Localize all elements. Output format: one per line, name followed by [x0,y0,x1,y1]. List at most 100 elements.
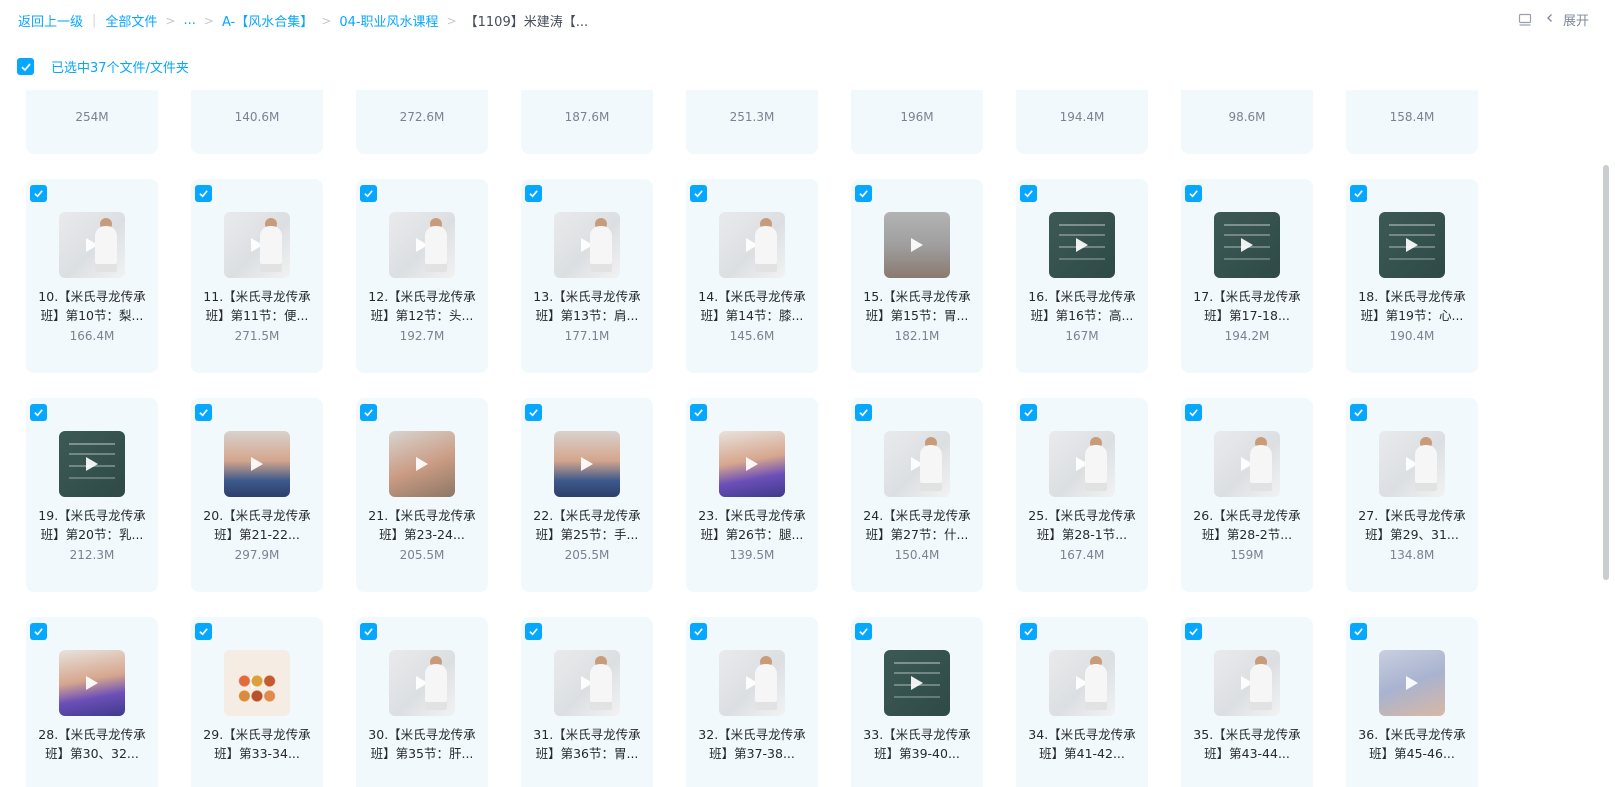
file-name[interactable]: 36.【米氏寻龙传承 班】第45-46... [1352,725,1472,763]
file-card[interactable]: 28.【米氏寻龙传承 班】第30、32... [26,617,158,787]
file-card[interactable]: 23.【米氏寻龙传承 班】第26节：腿... 139.5M [686,398,818,592]
file-card[interactable]: 19.【米氏寻龙传承 班】第20节：乳... 212.3M [26,398,158,592]
file-card[interactable]: 21.【米氏寻龙传承 班】第23-24... 205.5M [356,398,488,592]
file-card[interactable]: 22.【米氏寻龙传承 班】第25节：手... 205.5M [521,398,653,592]
file-name[interactable]: 26.【米氏寻龙传承 班】第28-2节... [1187,506,1307,544]
file-checkbox[interactable] [525,185,542,202]
file-card[interactable]: 34.【米氏寻龙传承 班】第41-42... [1016,617,1148,787]
video-thumbnail[interactable] [224,212,290,278]
file-name[interactable]: 18.【米氏寻龙传承 班】第19节：心... [1352,287,1472,325]
file-card[interactable]: 17.【米氏寻龙传承 班】第17-18... 194.2M [1181,179,1313,373]
video-thumbnail[interactable] [1049,431,1115,497]
file-checkbox[interactable] [30,623,47,640]
scrollbar-thumb[interactable] [1603,165,1609,580]
video-thumbnail[interactable] [554,431,620,497]
video-thumbnail[interactable] [884,212,950,278]
file-name[interactable]: 30.【米氏寻龙传承 班】第35节：肝... [362,725,482,763]
file-checkbox[interactable] [525,623,542,640]
file-checkbox[interactable] [360,623,377,640]
video-thumbnail[interactable] [389,650,455,716]
file-checkbox[interactable] [855,185,872,202]
breadcrumb-ellipsis[interactable]: ... [183,13,195,28]
video-thumbnail[interactable] [224,650,290,716]
file-name[interactable]: 25.【米氏寻龙传承 班】第28-1节... [1022,506,1142,544]
file-card[interactable]: 12.【米氏寻龙传承 班】第12节：头... 192.7M [356,179,488,373]
file-checkbox[interactable] [855,623,872,640]
file-card[interactable]: 26.【米氏寻龙传承 班】第28-2节... 159M [1181,398,1313,592]
file-name[interactable]: 10.【米氏寻龙传承 班】第10节：梨... [32,287,152,325]
video-thumbnail[interactable] [224,431,290,497]
file-card[interactable]: 14.【米氏寻龙传承 班】第14节：膝... 145.6M [686,179,818,373]
file-card[interactable]: 30.【米氏寻龙传承 班】第35节：肝... [356,617,488,787]
video-thumbnail[interactable] [1049,212,1115,278]
file-name[interactable]: 27.【米氏寻龙传承 班】第29、31... [1352,506,1472,544]
video-thumbnail[interactable] [59,431,125,497]
video-thumbnail[interactable] [719,650,785,716]
file-checkbox[interactable] [525,404,542,421]
file-name[interactable]: 28.【米氏寻龙传承 班】第30、32... [32,725,152,763]
file-card[interactable]: 13.【米氏寻龙传承 班】第13节：肩... 177.1M [521,179,653,373]
expand-button[interactable]: 展开 [1545,10,1589,29]
video-thumbnail[interactable] [1214,650,1280,716]
file-card[interactable]: 15.【米氏寻龙传承 班】第15节：胃... 182.1M [851,179,983,373]
video-thumbnail[interactable] [59,650,125,716]
file-name[interactable]: 12.【米氏寻龙传承 班】第12节：头... [362,287,482,325]
file-name[interactable]: 24.【米氏寻龙传承 班】第27节：什... [857,506,977,544]
file-name[interactable]: 34.【米氏寻龙传承 班】第41-42... [1022,725,1142,763]
file-name[interactable]: 17.【米氏寻龙传承 班】第17-18... [1187,287,1307,325]
file-name[interactable]: 22.【米氏寻龙传承 班】第25节：手... [527,506,647,544]
file-card[interactable]: 20.【米氏寻龙传承 班】第21-22... 297.9M [191,398,323,592]
file-name[interactable]: 23.【米氏寻龙传承 班】第26节：腿... [692,506,812,544]
video-thumbnail[interactable] [554,212,620,278]
file-checkbox[interactable] [195,404,212,421]
file-card[interactable]: 班】第9节：富贵...158.4M [1346,90,1478,154]
file-checkbox[interactable] [1185,185,1202,202]
view-mode-icon[interactable] [1517,12,1533,28]
file-name[interactable]: 20.【米氏寻龙传承 班】第21-22... [197,506,317,544]
file-card[interactable]: 班】第2讲：落枕...140.6M [191,90,323,154]
file-name[interactable]: 14.【米氏寻龙传承 班】第14节：膝... [692,287,812,325]
breadcrumb-level2[interactable]: 04-职业风水课程 [339,11,438,30]
video-thumbnail[interactable] [1379,650,1445,716]
file-checkbox[interactable] [360,404,377,421]
file-card[interactable]: 班】第7讲：膝关...194.4M [1016,90,1148,154]
video-thumbnail[interactable] [1049,650,1115,716]
video-thumbnail[interactable] [1214,212,1280,278]
file-checkbox[interactable] [30,185,47,202]
file-card[interactable]: 35.【米氏寻龙传承 班】第43-44... [1181,617,1313,787]
video-thumbnail[interactable] [389,431,455,497]
file-name[interactable]: 29.【米氏寻龙传承 班】第33-34... [197,725,317,763]
breadcrumb-all-files[interactable]: 全部文件 [105,11,157,30]
file-name[interactable]: 16.【米氏寻龙传承 班】第16节：高... [1022,287,1142,325]
file-checkbox[interactable] [1185,623,1202,640]
file-card[interactable]: 11.【米氏寻龙传承 班】第11节：便... 271.5M [191,179,323,373]
file-checkbox[interactable] [1350,185,1367,202]
file-card[interactable]: 班】第3讲：肩关...272.6M [356,90,488,154]
file-checkbox[interactable] [1020,623,1037,640]
file-name[interactable]: 19.【米氏寻龙传承 班】第20节：乳... [32,506,152,544]
file-checkbox[interactable] [690,404,707,421]
video-thumbnail[interactable] [884,650,950,716]
video-thumbnail[interactable] [1379,212,1445,278]
file-card[interactable]: 16.【米氏寻龙传承 班】第16节：高... 167M [1016,179,1148,373]
video-thumbnail[interactable] [884,431,950,497]
breadcrumb-level1[interactable]: A-【风水合集】 [222,11,313,30]
file-card[interactable]: 27.【米氏寻龙传承 班】第29、31... 134.8M [1346,398,1478,592]
file-card[interactable]: 36.【米氏寻龙传承 班】第45-46... [1346,617,1478,787]
video-thumbnail[interactable] [719,431,785,497]
file-card[interactable]: 29.【米氏寻龙传承 班】第33-34... [191,617,323,787]
file-name[interactable]: 31.【米氏寻龙传承 班】第36节：胃... [527,725,647,763]
file-card[interactable]: 10.【米氏寻龙传承 班】第10节：梨... 166.4M [26,179,158,373]
file-name[interactable]: 13.【米氏寻龙传承 班】第13节：肩... [527,287,647,325]
file-card[interactable]: 班】第4讲：背部...187.6M [521,90,653,154]
video-thumbnail[interactable] [389,212,455,278]
file-card[interactable]: 31.【米氏寻龙传承 班】第36节：胃... [521,617,653,787]
file-card[interactable]: 班】第8节：踝关...98.6M [1181,90,1313,154]
video-thumbnail[interactable] [1379,431,1445,497]
scrollbar[interactable] [1598,90,1615,787]
file-card[interactable]: 24.【米氏寻龙传承 班】第27节：什... 150.4M [851,398,983,592]
file-checkbox[interactable] [855,404,872,421]
file-card[interactable]: 33.【米氏寻龙传承 班】第39-40... [851,617,983,787]
file-card[interactable]: 25.【米氏寻龙传承 班】第28-1节... 167.4M [1016,398,1148,592]
file-name[interactable]: 11.【米氏寻龙传承 班】第11节：便... [197,287,317,325]
